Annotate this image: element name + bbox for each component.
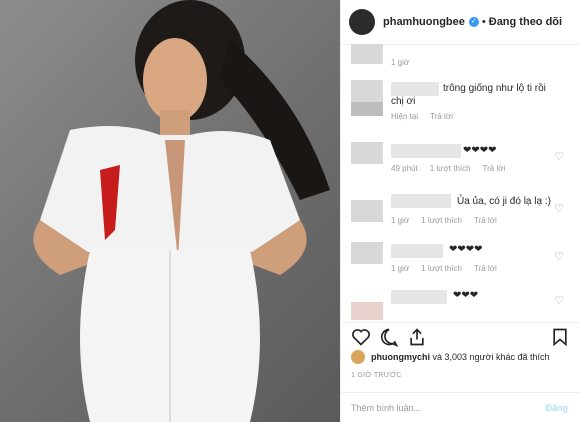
header-separator: • <box>481 16 486 28</box>
comment-text: ❤❤❤ <box>453 290 479 301</box>
verified-badge-icon: ✓ <box>468 17 479 27</box>
post-timestamp: 1 GIỜ TRƯỚC <box>351 372 402 379</box>
commenter-avatar[interactable] <box>351 200 383 222</box>
post-comment-button[interactable]: Đăng <box>546 403 569 413</box>
comment-text: trông giống như lộ ti rồi <box>443 83 546 94</box>
reply-button[interactable]: Trả lời <box>474 216 497 225</box>
author-username[interactable]: phamhuongbee <box>383 16 465 28</box>
comment-meta: 1 giờ 1 lượt thích Trả lời <box>391 264 509 273</box>
comment-meta: 1 giờ 1 lượt thích Trả lời <box>391 216 509 225</box>
commenter-username[interactable] <box>391 194 451 208</box>
comment-time: 1 giờ <box>391 216 410 225</box>
like-comment-heart-icon[interactable]: ♡ <box>554 150 564 163</box>
post-header: phamhuongbee ✓ • Đang theo dõi <box>341 0 580 45</box>
comment-list: 1 giờ trông giống như lộ ti rồi chị ơi H… <box>341 44 580 320</box>
comment-text: ❤❤❤❤ <box>463 145 497 156</box>
commenter-username[interactable] <box>391 144 461 158</box>
liker-username[interactable]: phuongmychi <box>371 352 430 362</box>
commenter-avatar[interactable] <box>351 242 383 264</box>
comment-meta: Hiện tại Trả lời <box>391 112 465 121</box>
post-photo <box>0 0 340 422</box>
commenter-avatar[interactable] <box>351 80 383 102</box>
reply-button[interactable]: Trả lời <box>430 112 453 121</box>
post-action-bar <box>341 322 580 351</box>
comment-time: 1 giờ <box>391 58 410 67</box>
commenter-username[interactable] <box>391 290 447 304</box>
comment-text: ❤❤❤❤ <box>449 244 483 255</box>
comment-meta: 49 phút 1 lượt thích Trả lời <box>391 164 517 173</box>
following-button[interactable]: Đang theo dõi <box>489 16 562 28</box>
likes-summary: phuongmychi và 3,003 người khác đã thích <box>351 350 550 364</box>
comment-text: Ủa ủa, có ji đó lạ lạ :) <box>457 196 551 207</box>
author-avatar[interactable] <box>349 9 375 35</box>
comment-item: ❤❤❤❤ 1 giờ 1 lượt thích Trả lời <box>351 242 571 276</box>
add-comment-input[interactable]: Thêm bình luận... <box>351 403 421 413</box>
instagram-post: phamhuongbee ✓ • Đang theo dõi 1 giờ trô… <box>0 0 580 422</box>
add-comment-bar: Thêm bình luận... Đăng <box>341 392 580 423</box>
commenter-avatar[interactable] <box>351 44 383 64</box>
comment-text-continued: chị ơi <box>391 96 416 107</box>
comment-likes[interactable]: 1 lượt thích <box>430 164 471 173</box>
like-comment-heart-icon[interactable]: ♡ <box>554 250 564 263</box>
comment-item: ❤❤❤❤ 49 phút 1 lượt thích Trả lời <box>351 142 571 176</box>
liker-avatar[interactable] <box>351 350 365 364</box>
comment-item: ❤❤❤ <box>351 288 571 320</box>
comment-item: trông giống như lộ ti rồi chị ơi Hiện tạ… <box>351 80 571 124</box>
likes-count-text[interactable]: và 3,003 người khác đã thích <box>430 352 550 362</box>
comment-item: 1 giờ <box>351 44 571 70</box>
bookmark-icon[interactable] <box>550 327 570 347</box>
comment-likes[interactable]: 1 lượt thích <box>421 216 462 225</box>
like-comment-heart-icon[interactable]: ♡ <box>554 202 564 215</box>
comment-item: Ủa ủa, có ji đó lạ lạ :) 1 giờ 1 lượt thí… <box>351 192 571 226</box>
comment-time: Hiện tại <box>391 112 419 121</box>
commenter-username[interactable] <box>391 244 443 258</box>
like-comment-heart-icon[interactable]: ♡ <box>554 294 564 307</box>
comment-likes[interactable]: 1 lượt thích <box>421 264 462 273</box>
heart-outline-icon[interactable] <box>351 327 371 347</box>
comment-meta: 1 giờ <box>391 58 421 67</box>
reply-button[interactable]: Trả lời <box>483 164 506 173</box>
post-sidebar: phamhuongbee ✓ • Đang theo dõi 1 giờ trô… <box>340 0 580 422</box>
commenter-avatar[interactable] <box>351 302 383 320</box>
photo-illustration <box>33 0 330 422</box>
reply-button[interactable]: Trả lời <box>474 264 497 273</box>
comment-bubble-icon[interactable] <box>379 327 399 347</box>
comment-time: 49 phút <box>391 164 418 173</box>
commenter-username[interactable] <box>391 82 439 96</box>
share-arrow-icon[interactable] <box>407 327 427 347</box>
commenter-avatar[interactable] <box>351 142 383 164</box>
commenter-avatar-secondary[interactable] <box>351 102 383 116</box>
comment-time: 1 giờ <box>391 264 410 273</box>
